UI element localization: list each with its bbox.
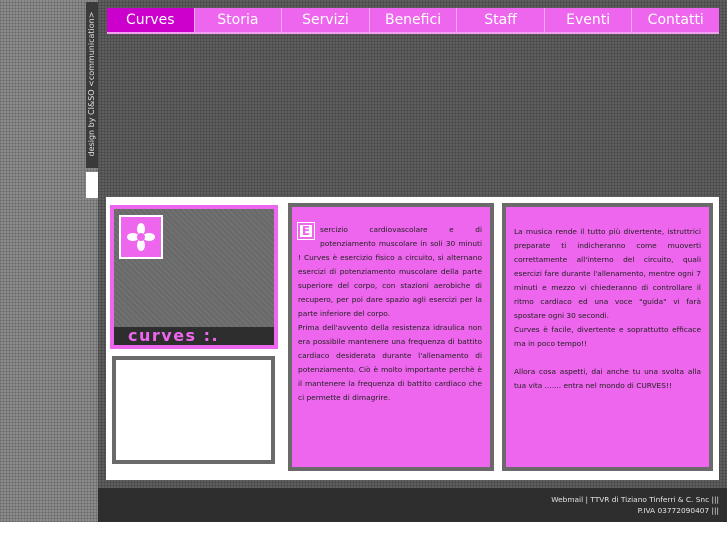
nav-item-servizi[interactable]: Servizi [282, 8, 370, 32]
nav-item-benefici[interactable]: Benefici [370, 8, 458, 32]
side-block [86, 172, 98, 198]
col2-paragraph-3: Allora cosa aspetti, dai anche tu una sv… [514, 367, 701, 390]
footer: Webmail | TTVR di Tiziano Tinferri & C. … [98, 488, 727, 522]
col1-paragraph-1: sercizio cardiovascolare e di potenziame… [298, 225, 482, 318]
design-credit: design by CI&SO <communication> [86, 2, 98, 168]
nav-item-storia[interactable]: Storia [195, 8, 283, 32]
left-sidebar: design by CI&SO <communication> [0, 0, 98, 522]
nav-underline [107, 32, 719, 34]
nav-item-staff[interactable]: Staff [457, 8, 545, 32]
footer-company[interactable]: Webmail | TTVR di Tiziano Tinferri & C. … [551, 494, 719, 505]
empty-box [112, 356, 275, 464]
text-column-2: La musica rende il tutto più divertente,… [502, 203, 713, 471]
content-panel: curves :. E sercizio cardiovascolare e d… [106, 197, 719, 480]
footer-text: Webmail | TTVR di Tiziano Tinferri & C. … [551, 494, 719, 516]
col1-paragraph-2: Prima dell'avvento della resistenza idra… [298, 323, 482, 402]
bottom-strip [0, 522, 727, 545]
main-area: Curves Storia Servizi Benefici Staff Eve… [98, 0, 727, 522]
flower-icon [119, 215, 163, 259]
nav-item-contatti[interactable]: Contatti [632, 8, 719, 32]
design-credit-text: design by CI&SO <communication> [87, 11, 96, 157]
brand-caption: curves :. [114, 327, 274, 345]
footer-vat: P.IVA 03772090407 ||| [637, 506, 719, 515]
nav-item-eventi[interactable]: Eventi [545, 8, 633, 32]
col2-paragraph-1: La musica rende il tutto più divertente,… [514, 227, 701, 320]
brand-thumbnail: curves :. [110, 205, 278, 349]
main-nav: Curves Storia Servizi Benefici Staff Eve… [107, 8, 719, 32]
col2-paragraph-2: Curves è facile, divertente e soprattutt… [514, 325, 701, 348]
dropcap: E [297, 222, 315, 240]
brand-thumbnail-inner: curves :. [114, 209, 274, 345]
text-column-1: E sercizio cardiovascolare e di potenzia… [288, 203, 494, 471]
nav-item-curves[interactable]: Curves [107, 8, 195, 32]
